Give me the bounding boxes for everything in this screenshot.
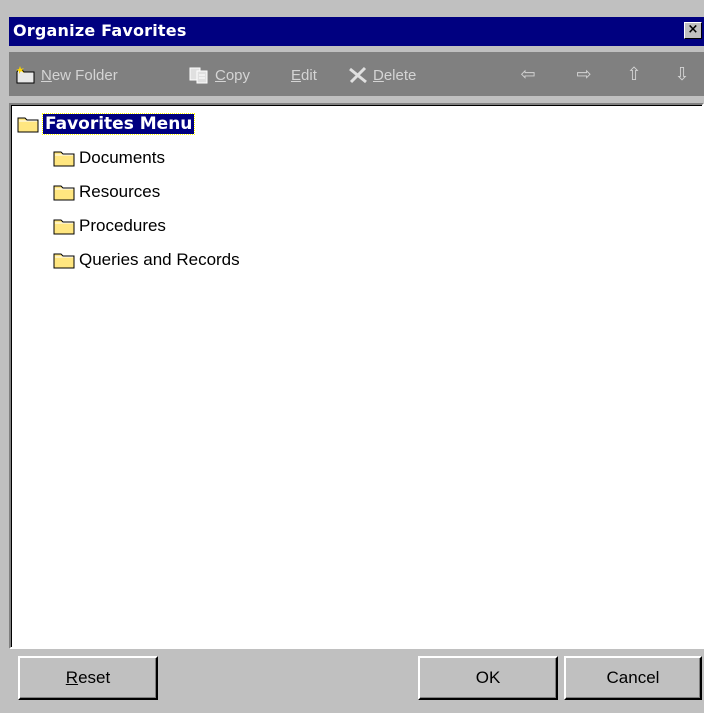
tree-item-documents[interactable]: Documents: [53, 145, 165, 171]
title-bar[interactable]: Organize Favorites ×: [9, 17, 704, 46]
new-folder-label: ew Folder: [51, 66, 118, 84]
reset-label: eset: [78, 668, 111, 687]
close-button[interactable]: ×: [684, 22, 702, 39]
reset-mnemonic: R: [65, 668, 79, 687]
reset-button[interactable]: Reset: [18, 656, 158, 700]
edit-label: dit: [301, 66, 317, 84]
move-up-button[interactable]: ⇧: [623, 64, 645, 86]
new-folder-button[interactable]: New Folder: [15, 64, 118, 86]
tree-item-procedures[interactable]: Procedures: [53, 213, 166, 239]
new-folder-mnemonic: N: [41, 66, 52, 84]
move-right-icon: ⇨: [576, 64, 592, 85]
copy-label: opy: [225, 66, 251, 84]
toolbar: New Folder Copy Edit Delete ⇦ ⇨ ⇧ ⇩: [9, 52, 704, 96]
copy-button[interactable]: Copy: [189, 64, 250, 86]
ok-button[interactable]: OK: [418, 656, 558, 700]
delete-mnemonic: D: [373, 66, 384, 84]
favorites-tree[interactable]: Favorites Menu Documents Resources Proce…: [9, 103, 704, 649]
move-left-icon: ⇦: [520, 64, 536, 85]
tree-item-label: Resources: [79, 182, 161, 201]
tree-item-resources[interactable]: Resources: [53, 179, 160, 205]
tree-item-label: Procedures: [79, 216, 166, 235]
copy-mnemonic: C: [215, 66, 226, 84]
close-icon: ×: [687, 22, 699, 37]
new-folder-icon: [16, 66, 35, 84]
cancel-label: Cancel: [606, 668, 660, 687]
edit-mnemonic: E: [291, 66, 302, 84]
move-right-button[interactable]: ⇨: [573, 64, 595, 86]
folder-icon: [53, 151, 75, 167]
folder-icon: [53, 219, 75, 235]
edit-button[interactable]: Edit: [291, 64, 317, 86]
organize-favorites-dialog: Organize Favorites × New Folder Copy Edi…: [0, 0, 704, 713]
folder-icon: [53, 185, 75, 201]
window-title: Organize Favorites: [13, 21, 187, 40]
move-down-button[interactable]: ⇩: [671, 64, 693, 86]
move-up-icon: ⇧: [626, 64, 642, 85]
delete-button[interactable]: Delete: [347, 64, 416, 86]
tree-item-label: Queries and Records: [79, 250, 240, 269]
delete-label: elete: [383, 66, 417, 84]
tree-item-label: Documents: [79, 148, 165, 167]
folder-open-icon: [17, 117, 39, 133]
cancel-button[interactable]: Cancel: [564, 656, 702, 700]
delete-icon: [349, 66, 367, 84]
tree-root-label: Favorites Menu: [41, 113, 196, 135]
folder-icon: [53, 253, 75, 269]
ok-label: OK: [475, 668, 501, 687]
tree-root-item[interactable]: Favorites Menu: [17, 111, 196, 137]
move-down-icon: ⇩: [674, 64, 690, 85]
tree-item-queries-and-records[interactable]: Queries and Records: [53, 247, 240, 273]
move-left-button[interactable]: ⇦: [517, 64, 539, 86]
copy-icon: [189, 67, 208, 84]
